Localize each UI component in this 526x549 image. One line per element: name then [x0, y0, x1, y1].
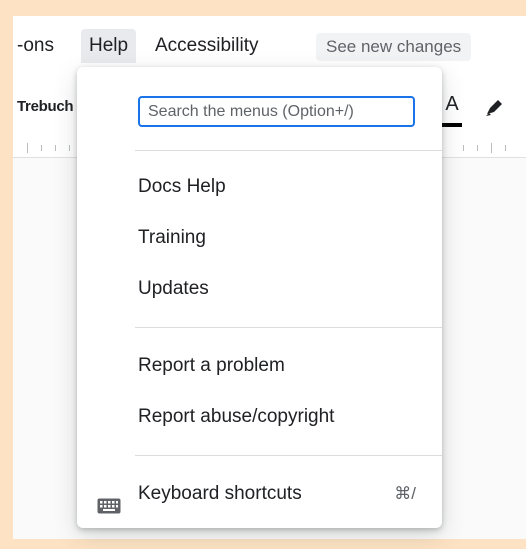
ruler-tick	[491, 143, 492, 153]
menu-item-label: Updates	[138, 278, 209, 299]
ruler-tick	[41, 145, 42, 151]
text-color-icon[interactable]: A	[439, 93, 465, 127]
menu-item-label: Docs Help	[138, 176, 226, 197]
font-selector[interactable]: Trebuch	[17, 98, 74, 115]
menu-divider	[135, 150, 442, 151]
keyboard-icon	[97, 486, 121, 514]
help-menu-dropdown: Docs Help Training Updates Report a prob…	[77, 67, 442, 528]
menu-item-report-abuse[interactable]: Report abuse/copyright	[77, 394, 442, 440]
menu-item-keyboard-shortcuts[interactable]: Keyboard shortcuts ⌘/	[77, 471, 442, 517]
menu-item-report-problem[interactable]: Report a problem	[77, 343, 442, 389]
ruler-tick	[477, 145, 478, 151]
ruler-tick	[27, 143, 28, 153]
menu-item-docs-help[interactable]: Docs Help	[77, 164, 442, 210]
ruler-tick	[55, 145, 56, 151]
text-color-glyph: A	[445, 93, 459, 115]
search-menus-input[interactable]	[138, 96, 415, 127]
menu-accessibility[interactable]: Accessibility	[155, 29, 258, 63]
ruler-tick	[463, 145, 464, 151]
menu-item-label: Keyboard shortcuts	[138, 483, 302, 504]
menu-divider	[135, 455, 442, 456]
ruler-tick	[69, 145, 70, 151]
see-new-changes-button[interactable]: See new changes	[316, 33, 472, 61]
menu-item-updates[interactable]: Updates	[77, 266, 442, 312]
menu-addons[interactable]: -ons	[17, 29, 54, 63]
menu-item-label: Report abuse/copyright	[138, 406, 335, 427]
menu-help[interactable]: Help	[81, 29, 137, 63]
highlighter-pen-icon[interactable]	[481, 94, 507, 120]
ruler-tick	[505, 145, 506, 151]
menu-item-label: Training	[138, 227, 206, 248]
menu-item-label: Report a problem	[138, 355, 285, 376]
menu-divider	[135, 327, 442, 328]
menu-item-training[interactable]: Training	[77, 215, 442, 261]
shortcut-hint: ⌘/	[394, 484, 416, 503]
text-color-swatch	[442, 123, 462, 127]
